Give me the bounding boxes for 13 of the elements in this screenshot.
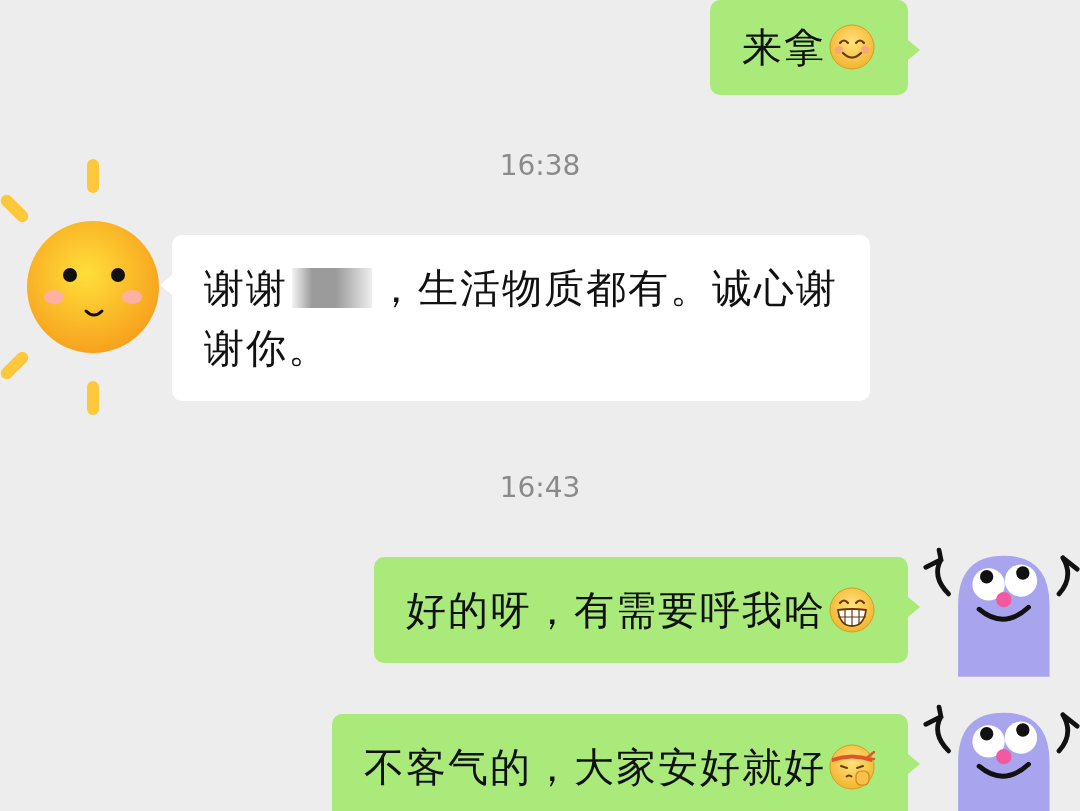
timestamp: 16:38 xyxy=(499,149,581,183)
message-text: 来拿 xyxy=(742,23,826,72)
message-text: ，生活物质都有。诚心谢 xyxy=(376,264,838,313)
ghost-avatar-icon[interactable] xyxy=(920,702,1080,811)
message-text: 不客气的，大家安好就好 xyxy=(364,743,826,792)
timestamp: 16:43 xyxy=(499,471,581,505)
message-text: 谢你。 xyxy=(204,324,330,373)
message-text: 好的呀，有需要呼我哈 xyxy=(406,586,826,635)
smiling-face-icon xyxy=(828,23,876,71)
ghost-avatar-icon[interactable] xyxy=(920,545,1080,680)
message-text: 谢谢 xyxy=(204,264,288,313)
grinning-face-icon xyxy=(828,586,876,634)
headband-fist-face-icon xyxy=(828,743,876,791)
